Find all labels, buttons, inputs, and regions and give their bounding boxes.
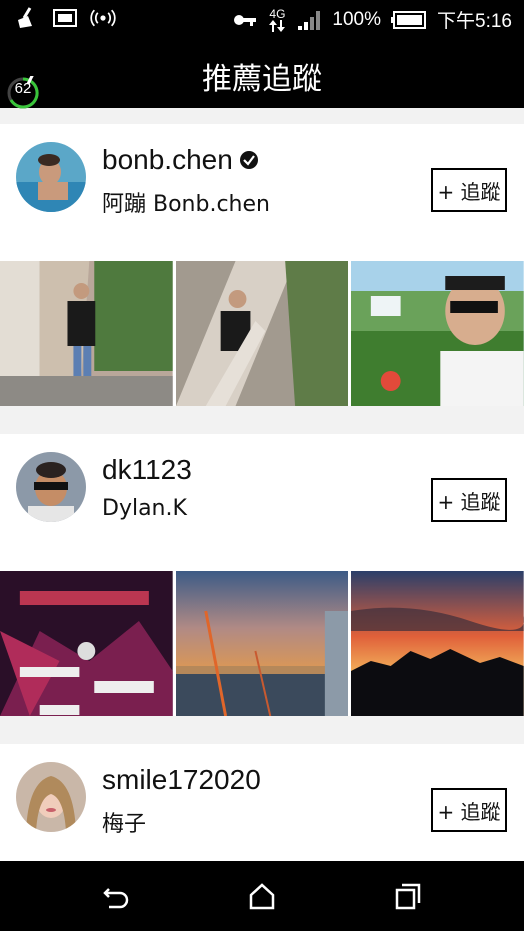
image-icon: [53, 9, 77, 27]
boost-value: 62: [14, 80, 32, 97]
avatar[interactable]: [16, 762, 86, 832]
photo-thumbnail[interactable]: [175, 261, 349, 406]
username-text[interactable]: bonb.chen: [102, 144, 233, 176]
verified-badge-icon: [239, 151, 258, 169]
broom-icon: [18, 7, 32, 28]
display-name: 梅子: [102, 812, 147, 837]
page-title: 推薦追蹤: [202, 62, 322, 97]
photo-strip: [0, 261, 524, 406]
username-text[interactable]: dk1123: [102, 454, 192, 486]
clock: 下午5:16: [437, 11, 512, 32]
data-transfer-icon: [269, 19, 286, 32]
avatar[interactable]: [16, 142, 86, 212]
signal-bars-icon: [298, 10, 321, 30]
wireless-signal-icon: [90, 9, 116, 27]
follow-button[interactable]: + 追蹤: [431, 478, 507, 522]
battery-icon: [391, 10, 427, 29]
display-name: 阿蹦 Bonb.chen: [102, 192, 270, 217]
navigation-bar: [0, 861, 524, 931]
username[interactable]: smile172020: [102, 764, 261, 796]
username-text[interactable]: smile172020: [102, 764, 261, 796]
back-icon[interactable]: [101, 881, 131, 911]
network-indicator: 4G: [268, 8, 286, 32]
photo-thumbnail[interactable]: [175, 571, 349, 716]
photo-thumbnail[interactable]: [351, 571, 524, 716]
avatar[interactable]: [16, 452, 86, 522]
suggestion-card: dk1123 Dylan.K + 追蹤: [0, 434, 524, 716]
username[interactable]: bonb.chen: [102, 144, 259, 176]
battery-percent: 100%: [332, 8, 382, 30]
recents-icon[interactable]: [393, 881, 423, 911]
app-bar: 推薦追蹤 62: [0, 38, 524, 110]
follow-button[interactable]: + 追蹤: [431, 788, 507, 832]
boost-widget[interactable]: 62: [6, 76, 40, 110]
photo-thumbnail[interactable]: [0, 571, 173, 716]
display-name: Dylan.K: [102, 496, 187, 521]
network-type: 4G: [269, 6, 286, 21]
photo-thumbnail[interactable]: [0, 261, 173, 406]
suggestion-card: bonb.chen 阿蹦 Bonb.chen + 追蹤: [0, 124, 524, 406]
profile-row[interactable]: bonb.chen 阿蹦 Bonb.chen + 追蹤: [0, 124, 524, 244]
profile-row[interactable]: smile172020 梅子 + 追蹤: [0, 744, 524, 864]
key-icon: [234, 14, 257, 26]
profile-row[interactable]: dk1123 Dylan.K + 追蹤: [0, 434, 524, 554]
home-icon[interactable]: [247, 881, 277, 911]
photo-thumbnail[interactable]: [351, 261, 524, 406]
username[interactable]: dk1123: [102, 454, 192, 486]
status-bar: 4G 100% 下午5:16: [0, 0, 524, 38]
suggestion-card: smile172020 梅子 + 追蹤: [0, 744, 524, 861]
photo-strip: [0, 571, 524, 716]
follow-button[interactable]: + 追蹤: [431, 168, 507, 212]
